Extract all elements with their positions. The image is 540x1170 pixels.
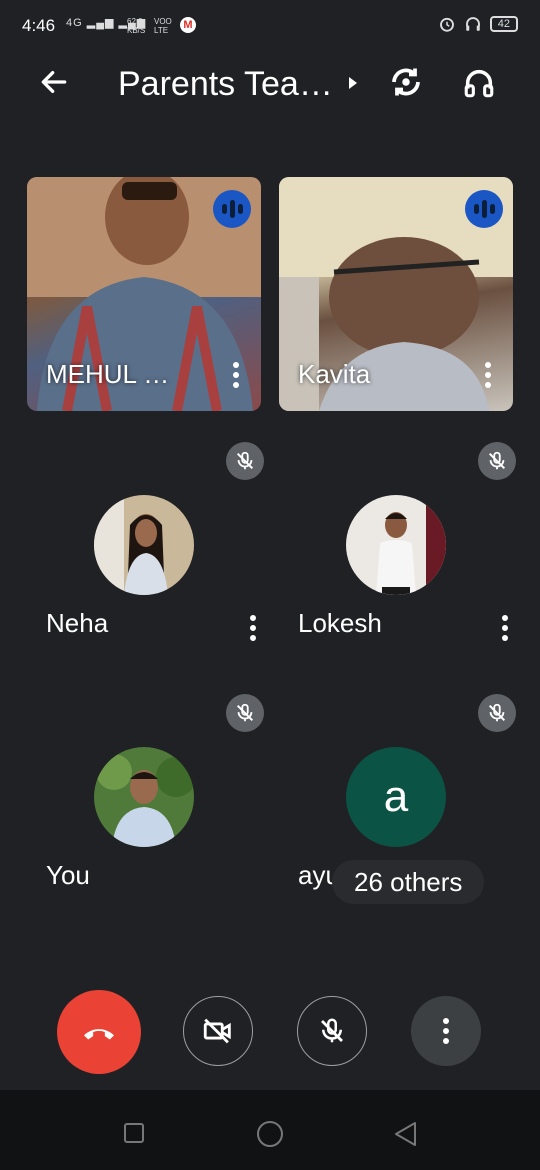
participant-tile-self[interactable]: You — [26, 690, 278, 942]
camera-off-icon — [203, 1018, 231, 1044]
participant-avatar — [94, 495, 194, 595]
volte-indicator: VOO LTE — [154, 17, 172, 35]
participant-video-tile[interactable]: MEHUL … — [27, 177, 261, 411]
chevron-right-icon[interactable] — [349, 77, 357, 89]
muted-mic-icon — [478, 442, 516, 480]
participant-name: Lokesh — [298, 608, 382, 638]
muted-mic-icon — [226, 442, 264, 480]
participant-avatar — [94, 747, 194, 847]
camera-toggle-button[interactable] — [183, 996, 253, 1066]
mic-off-icon — [321, 1018, 343, 1043]
headset-status-icon — [465, 17, 480, 31]
audio-output-icon[interactable] — [462, 66, 496, 100]
hang-up-icon — [84, 1029, 114, 1040]
muted-mic-icon — [226, 694, 264, 732]
participant-tile[interactable]: Lokesh — [278, 438, 530, 690]
more-options-icon[interactable] — [500, 614, 510, 642]
others-count-chip[interactable]: 26 others — [332, 860, 485, 904]
speaking-indicator-icon — [213, 190, 251, 228]
participant-name: Neha — [46, 608, 109, 638]
status-bar: 4:46 4G ▂▄▆ ▂▄▆ 62.0 KB/S VOO LTE M 42 — [0, 0, 540, 52]
participant-tile[interactable]: Neha — [26, 438, 278, 690]
participant-video-tile[interactable]: Kavita — [279, 177, 513, 411]
recents-icon[interactable] — [123, 1122, 145, 1144]
speaking-indicator-icon — [465, 190, 503, 228]
muted-mic-icon — [478, 694, 516, 732]
participant-initial-avatar: a — [346, 747, 446, 847]
meeting-title[interactable]: Parents Tea… — [118, 66, 333, 102]
participant-tile[interactable]: a ayushi — [278, 690, 530, 942]
switch-camera-icon[interactable] — [388, 64, 424, 100]
status-time: 4:46 — [22, 16, 56, 35]
more-call-options-button[interactable] — [411, 996, 481, 1066]
gmail-notification-icon: M — [180, 17, 196, 33]
more-vert-icon — [443, 1018, 449, 1044]
participant-name: Kavita — [298, 359, 371, 389]
participant-name: MEHUL … — [46, 359, 170, 389]
end-call-button[interactable] — [57, 990, 141, 1074]
call-controls — [0, 988, 540, 1078]
call-header: Parents Tea… — [0, 52, 540, 116]
participant-name: You — [46, 860, 90, 890]
more-options-icon[interactable] — [248, 614, 258, 642]
battery-indicator: 42 — [489, 16, 518, 32]
back-nav-icon[interactable] — [392, 1120, 418, 1148]
back-arrow-icon[interactable] — [38, 66, 70, 98]
alarm-icon — [439, 17, 454, 32]
system-navigation-bar — [0, 1090, 540, 1170]
home-icon[interactable] — [256, 1120, 284, 1148]
participant-avatar — [346, 495, 446, 595]
mic-toggle-button[interactable] — [297, 996, 367, 1066]
more-options-icon[interactable] — [231, 361, 241, 389]
network-speed: 62.0 KB/S — [127, 17, 146, 35]
more-options-icon[interactable] — [483, 361, 493, 389]
